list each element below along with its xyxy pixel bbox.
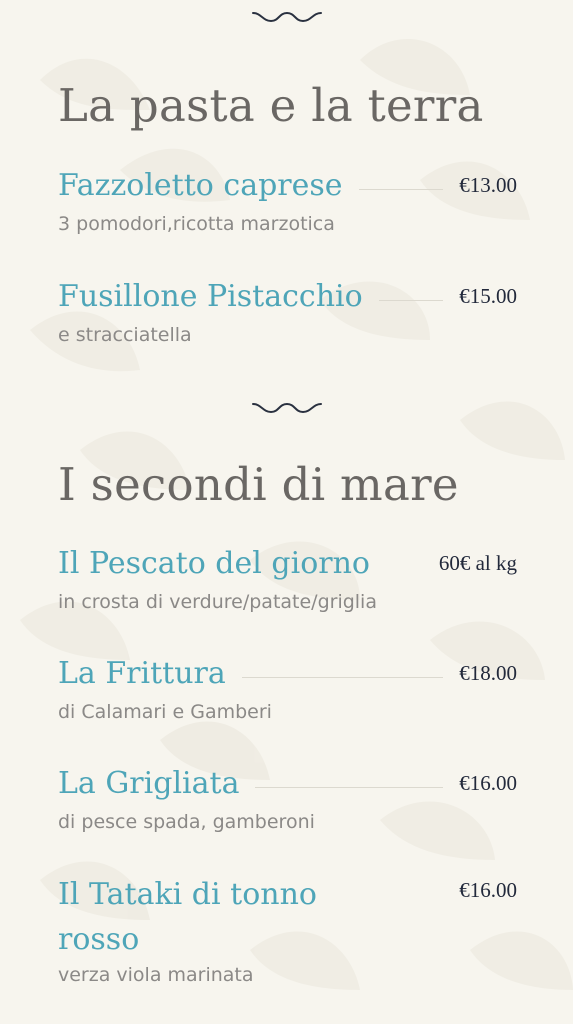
dotted-leader: [378, 278, 444, 301]
dish-description: e stracciatella: [58, 324, 192, 346]
dish-name: Fusillone Pistacchio: [58, 279, 363, 314]
dish-price: €15.00: [459, 284, 517, 308]
dotted-leader: [241, 655, 444, 678]
dish-name: Fazzoletto caprese: [58, 168, 343, 203]
dish-description: di Calamari e Gamberi: [58, 701, 272, 723]
dish-price: €16.00: [459, 878, 517, 902]
dish-price: €16.00: [459, 771, 517, 795]
dotted-leader: [255, 765, 444, 788]
dotted-leader: [358, 167, 444, 190]
dish-name: Il Pescato del giorno: [58, 546, 370, 581]
menu-item-frittura: La Frittura €18.00 di Calamari e Gamberi: [58, 655, 517, 723]
wave-ornament-icon: [252, 11, 322, 23]
dish-name: La Grigliata: [58, 766, 240, 801]
section-title-pasta: La pasta e la terra: [58, 79, 484, 132]
menu-item-tataki: Il Tataki di tonno rosso €16.00 verza vi…: [58, 872, 517, 986]
menu-item-fusillone: Fusillone Pistacchio €15.00 e stracciate…: [58, 278, 517, 346]
menu-item-pescato: Il Pescato del giorno 60€ al kg in crost…: [58, 545, 517, 613]
dish-description: di pesce spada, gamberoni: [58, 811, 315, 833]
section-title-mare: I secondi di mare: [58, 458, 459, 511]
menu-item-grigliata: La Grigliata €16.00 di pesce spada, gamb…: [58, 765, 517, 833]
dish-name: Il Tataki di tonno rosso: [58, 877, 317, 957]
dish-name: La Frittura: [58, 656, 226, 691]
dish-price: 60€ al kg: [438, 551, 517, 575]
dish-price: €18.00: [459, 661, 517, 685]
dish-price: €13.00: [459, 173, 517, 197]
dish-description: 3 pomodori,ricotta marzotica: [58, 213, 335, 235]
menu-item-fazzoletto: Fazzoletto caprese €13.00 3 pomodori,ric…: [58, 167, 517, 235]
wave-ornament-icon: [252, 402, 322, 414]
dish-description: verza viola marinata: [58, 964, 254, 986]
dish-description: in crosta di verdure/patate/griglia: [58, 591, 377, 613]
